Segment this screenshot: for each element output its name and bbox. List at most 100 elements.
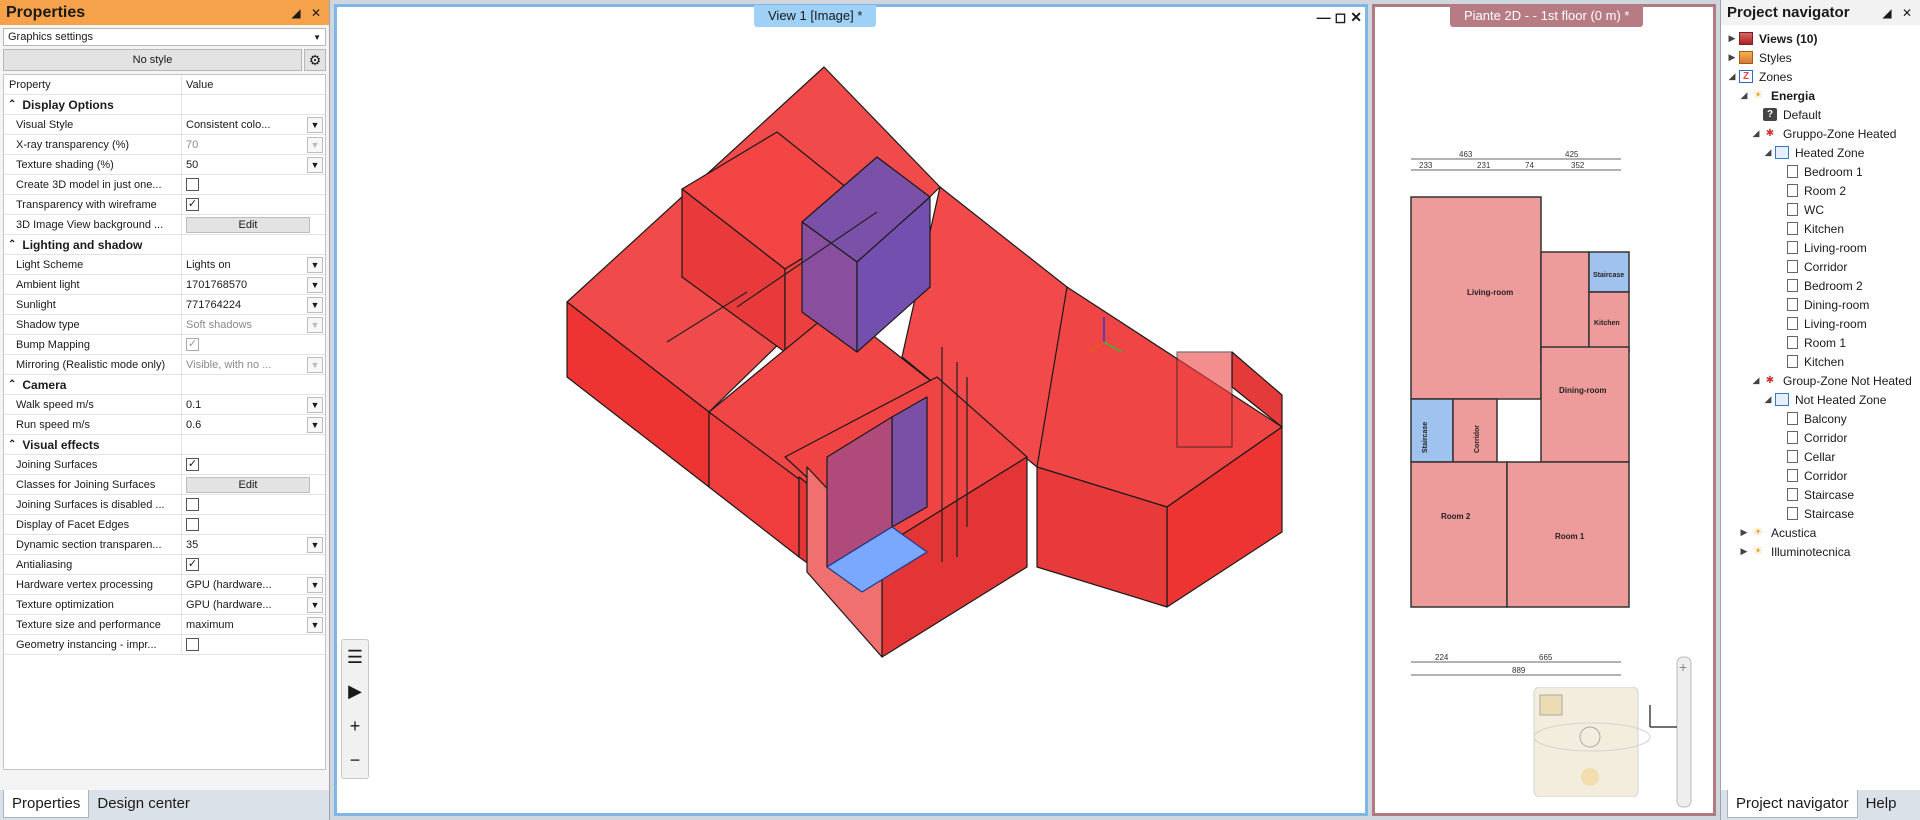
collapse-icon[interactable]: ◢ xyxy=(1727,71,1737,82)
chevron-down-icon[interactable]: ▼ xyxy=(307,276,323,293)
expand-icon[interactable]: ▶ xyxy=(1727,33,1737,44)
tree-item-room[interactable]: Corridor xyxy=(1721,428,1920,447)
tree-item-room[interactable]: Balcony xyxy=(1721,409,1920,428)
play-icon[interactable]: ▶ xyxy=(348,681,362,702)
collapse-icon[interactable]: ◢ xyxy=(1751,375,1761,386)
section-visual-effects[interactable]: ⌃ Visual effects xyxy=(4,435,325,455)
tree-item-room[interactable]: Bedroom 1 xyxy=(1721,162,1920,181)
edit-background-button[interactable]: Edit xyxy=(186,216,310,233)
tree-item-notheated-group[interactable]: ◢ ✱ Group-Zone Not Heated xyxy=(1721,371,1920,390)
chevron-down-icon[interactable]: ▼ xyxy=(307,596,323,613)
texture-shading-select[interactable]: 50 ▼ xyxy=(182,155,325,174)
texture-size-select[interactable]: maximum ▼ xyxy=(182,615,325,634)
tree-item-room[interactable]: Room 2 xyxy=(1721,181,1920,200)
joining-surfaces-checkbox[interactable]: ✓ xyxy=(186,458,199,471)
tree-item-room[interactable]: Living-room xyxy=(1721,314,1920,333)
create-3d-checkbox[interactable] xyxy=(186,178,199,191)
chevron-down-icon[interactable]: ▼ xyxy=(307,116,323,133)
tab-project-navigator[interactable]: Project navigator xyxy=(1727,790,1858,818)
ambient-light-select[interactable]: 1701768570 ▼ xyxy=(182,275,325,294)
category-select[interactable]: Graphics settings ▼ xyxy=(3,28,326,46)
section-lighting[interactable]: ⌃ Lighting and shadow xyxy=(4,235,325,255)
tree-item-energia[interactable]: ◢ ☀ Energia xyxy=(1721,86,1920,105)
geometry-instancing-checkbox[interactable] xyxy=(186,638,199,651)
tree-item-room[interactable]: WC xyxy=(1721,200,1920,219)
view-3d-tab[interactable]: View 1 [Image] * xyxy=(754,5,877,27)
chevron-down-icon[interactable]: ▼ xyxy=(307,616,323,633)
tree-item-illuminotecnica[interactable]: ▶ ☀ Illuminotecnica xyxy=(1721,542,1920,561)
section-display-options[interactable]: ⌃ Display Options xyxy=(4,95,325,115)
zoom-in-icon[interactable]: + xyxy=(350,716,361,737)
close-icon[interactable]: ✕ xyxy=(309,6,323,20)
tab-help[interactable]: Help xyxy=(1858,790,1905,818)
close-icon[interactable]: ✕ xyxy=(1900,6,1914,20)
style-button[interactable]: No style xyxy=(3,49,302,71)
collapse-icon[interactable]: ◢ xyxy=(1763,147,1773,158)
collapse-icon[interactable]: ◢ xyxy=(1751,128,1761,139)
minimize-icon[interactable]: — xyxy=(1317,9,1331,26)
expand-icon[interactable]: ▶ xyxy=(1739,546,1749,557)
antialiasing-checkbox[interactable]: ✓ xyxy=(186,558,199,571)
light-scheme-select[interactable]: Lights on ▼ xyxy=(182,255,325,274)
run-speed-select[interactable]: 0.6 ▼ xyxy=(182,415,325,434)
hw-vertex-select[interactable]: GPU (hardware... ▼ xyxy=(182,575,325,594)
chevron-down-icon[interactable]: ▼ xyxy=(307,256,323,273)
visual-style-select[interactable]: Consistent colo... ▼ xyxy=(182,115,325,134)
tree-item-room[interactable]: Staircase xyxy=(1721,485,1920,504)
edit-classes-button[interactable]: Edit xyxy=(186,476,310,493)
walk-speed-select[interactable]: 0.1 ▼ xyxy=(182,395,325,414)
tab-properties[interactable]: Properties xyxy=(3,790,90,818)
view-3d[interactable]: View 1 [Image] * — ◻ ✕ ☰ ▶ + − xyxy=(334,4,1368,816)
tree-item-default[interactable]: ? Default xyxy=(1721,105,1920,124)
navigation-cube[interactable] xyxy=(1532,687,1692,797)
tree-item-room[interactable]: Corridor xyxy=(1721,466,1920,485)
collapse-icon[interactable]: ⌃ xyxy=(8,239,16,250)
tree-item-room[interactable]: Corridor xyxy=(1721,257,1920,276)
gear-icon[interactable]: ⚙ xyxy=(304,49,326,71)
tree-item-room[interactable]: Staircase xyxy=(1721,504,1920,523)
chevron-down-icon[interactable]: ▼ xyxy=(307,536,323,553)
collapse-icon[interactable]: ⌃ xyxy=(8,379,16,390)
tree-item-notheated-zone[interactable]: ◢ Not Heated Zone xyxy=(1721,390,1920,409)
tree-item-room[interactable]: Dining-room xyxy=(1721,295,1920,314)
collapse-icon[interactable]: ⌃ xyxy=(8,439,16,450)
list-icon[interactable]: ☰ xyxy=(347,647,363,668)
tree-item-acustica[interactable]: ▶ ☀ Acustica xyxy=(1721,523,1920,542)
transparency-wireframe-checkbox[interactable]: ✓ xyxy=(186,198,199,211)
chevron-down-icon[interactable]: ▼ xyxy=(307,576,323,593)
tree-item-zones[interactable]: ◢ Z Zones xyxy=(1721,67,1920,86)
facet-edges-checkbox[interactable] xyxy=(186,518,199,531)
tree-item-room[interactable]: Kitchen xyxy=(1721,352,1920,371)
maximize-icon[interactable]: ◻ xyxy=(1335,9,1347,26)
dynamic-section-select[interactable]: 35 ▼ xyxy=(182,535,325,554)
texture-optimization-select[interactable]: GPU (hardware... ▼ xyxy=(182,595,325,614)
collapse-icon[interactable]: ◢ xyxy=(1763,394,1773,405)
chevron-down-icon[interactable]: ▼ xyxy=(307,156,323,173)
model-3d-render[interactable] xyxy=(337,7,1365,813)
chevron-down-icon[interactable]: ▼ xyxy=(307,416,323,433)
tree-item-styles[interactable]: ▶ Styles xyxy=(1721,48,1920,67)
expand-icon[interactable]: ▶ xyxy=(1727,52,1737,63)
pin-icon[interactable]: ◢ xyxy=(1880,6,1894,20)
close-icon[interactable]: ✕ xyxy=(1350,9,1362,26)
pin-icon[interactable]: ◢ xyxy=(289,6,303,20)
section-camera[interactable]: ⌃ Camera xyxy=(4,375,325,395)
collapse-icon[interactable]: ◢ xyxy=(1739,90,1749,101)
tree-item-room[interactable]: Cellar xyxy=(1721,447,1920,466)
chevron-down-icon[interactable]: ▼ xyxy=(307,396,323,413)
tree-item-room[interactable]: Bedroom 2 xyxy=(1721,276,1920,295)
chevron-down-icon[interactable]: ▼ xyxy=(307,296,323,313)
view-2d-tab[interactable]: Piante 2D - - 1st floor (0 m) * xyxy=(1450,5,1644,27)
tree-item-heated-zone[interactable]: ◢ Heated Zone xyxy=(1721,143,1920,162)
joining-disabled-checkbox[interactable] xyxy=(186,498,199,511)
zoom-out-icon[interactable]: − xyxy=(350,750,361,771)
collapse-icon[interactable]: ⌃ xyxy=(8,99,16,110)
tree-item-heated-group[interactable]: ◢ ✱ Gruppo-Zone Heated xyxy=(1721,124,1920,143)
tree-item-views[interactable]: ▶ Views (10) xyxy=(1721,29,1920,48)
expand-icon[interactable]: ▶ xyxy=(1739,527,1749,538)
tab-design-center[interactable]: Design center xyxy=(89,790,198,818)
sunlight-select[interactable]: 771764224 ▼ xyxy=(182,295,325,314)
tree-item-room[interactable]: Living-room xyxy=(1721,238,1920,257)
tree-item-room[interactable]: Room 1 xyxy=(1721,333,1920,352)
tree-item-room[interactable]: Kitchen xyxy=(1721,219,1920,238)
